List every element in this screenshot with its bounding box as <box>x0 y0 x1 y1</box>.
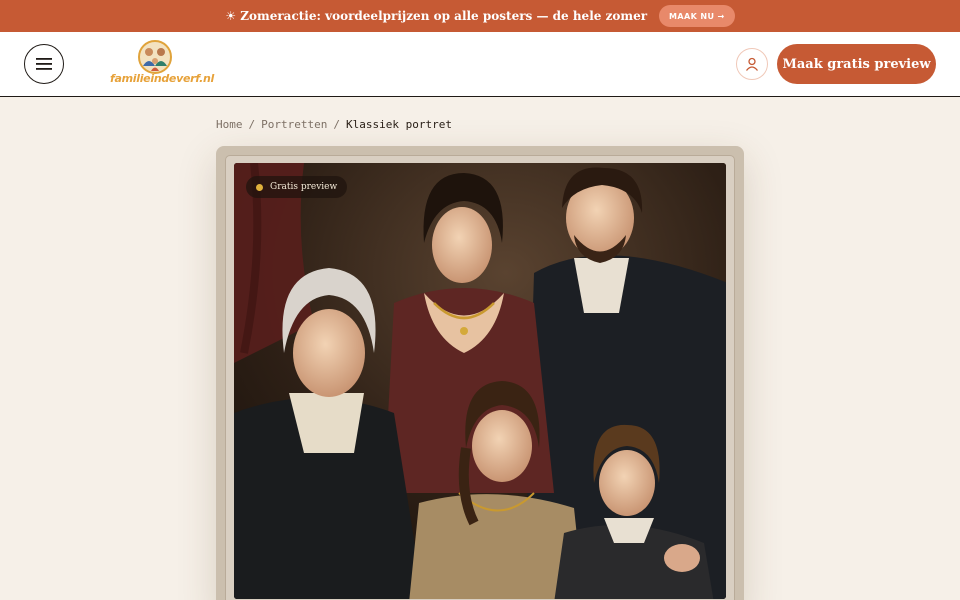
portrait-frame: Gratis preview <box>216 146 744 600</box>
promo-text: ☀ Zomeractie: voordeelprijzen op alle po… <box>225 9 648 23</box>
breadcrumb-home[interactable]: Home <box>216 118 243 131</box>
user-icon <box>745 57 759 71</box>
breadcrumb-separator: / <box>333 118 340 131</box>
family-portrait-image[interactable]: Gratis preview <box>234 163 726 599</box>
badge-dot <box>256 183 263 191</box>
breadcrumb-current: Klassiek portret <box>345 118 452 131</box>
menu-button[interactable] <box>24 44 64 84</box>
free-preview-button[interactable]: Maak gratis preview <box>777 44 936 84</box>
site-header: familieindeverf.nl Maak gratis preview <box>0 32 960 97</box>
logo-text: familieindeverf.nl <box>110 72 214 85</box>
badge-label: Gratis preview <box>270 182 338 192</box>
breadcrumb-separator: / <box>248 118 256 131</box>
account-button[interactable] <box>736 48 768 80</box>
site-logo[interactable]: familieindeverf.nl <box>110 40 214 90</box>
frame-inner: Gratis preview <box>225 155 735 600</box>
promo-button[interactable]: MAAK NU → <box>659 5 735 27</box>
breadcrumb-portraits[interactable]: Portretten <box>261 118 327 131</box>
breadcrumb: Home / Portretten / Klassiek portret <box>216 118 452 131</box>
family-logo-icon <box>138 40 172 74</box>
promo-banner: ☀ Zomeractie: voordeelprijzen op alle po… <box>0 0 960 32</box>
portrait-painting <box>234 163 726 599</box>
free-preview-badge: Gratis preview <box>246 176 348 198</box>
hamburger-icon <box>36 58 52 70</box>
